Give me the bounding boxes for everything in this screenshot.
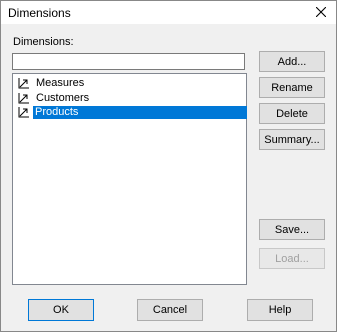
dimension-name-input[interactable] — [12, 53, 245, 70]
dimensions-dialog: Dimensions Dimensions: Measures Customer… — [0, 0, 337, 332]
list-item-products[interactable]: Products — [17, 105, 247, 120]
cancel-button[interactable]: Cancel — [137, 299, 203, 321]
load-button[interactable]: Load... — [259, 248, 325, 269]
list-item-label: Measures — [36, 77, 85, 89]
list-item-label: Products — [33, 106, 247, 119]
dimension-icon — [18, 78, 29, 89]
rename-button[interactable]: Rename — [259, 77, 325, 98]
list-item-measures[interactable]: Measures — [17, 76, 247, 91]
title-bar: Dimensions — [1, 1, 336, 24]
dimensions-list[interactable]: Measures Customers Products — [12, 73, 247, 285]
list-item-label: Customers — [36, 92, 90, 104]
summary-button[interactable]: Summary... — [259, 129, 325, 150]
save-button[interactable]: Save... — [259, 219, 325, 240]
help-button[interactable]: Help — [247, 299, 313, 321]
delete-button[interactable]: Delete — [259, 103, 325, 124]
dimension-icon — [18, 93, 29, 104]
list-item-customers[interactable]: Customers — [17, 91, 247, 106]
ok-button[interactable]: OK — [28, 299, 94, 321]
dialog-title: Dimensions — [8, 6, 71, 20]
close-button[interactable] — [308, 1, 334, 23]
add-button[interactable]: Add... — [259, 51, 325, 72]
close-icon — [316, 7, 326, 17]
dimension-icon — [18, 107, 29, 118]
dimensions-label: Dimensions: — [13, 36, 74, 48]
